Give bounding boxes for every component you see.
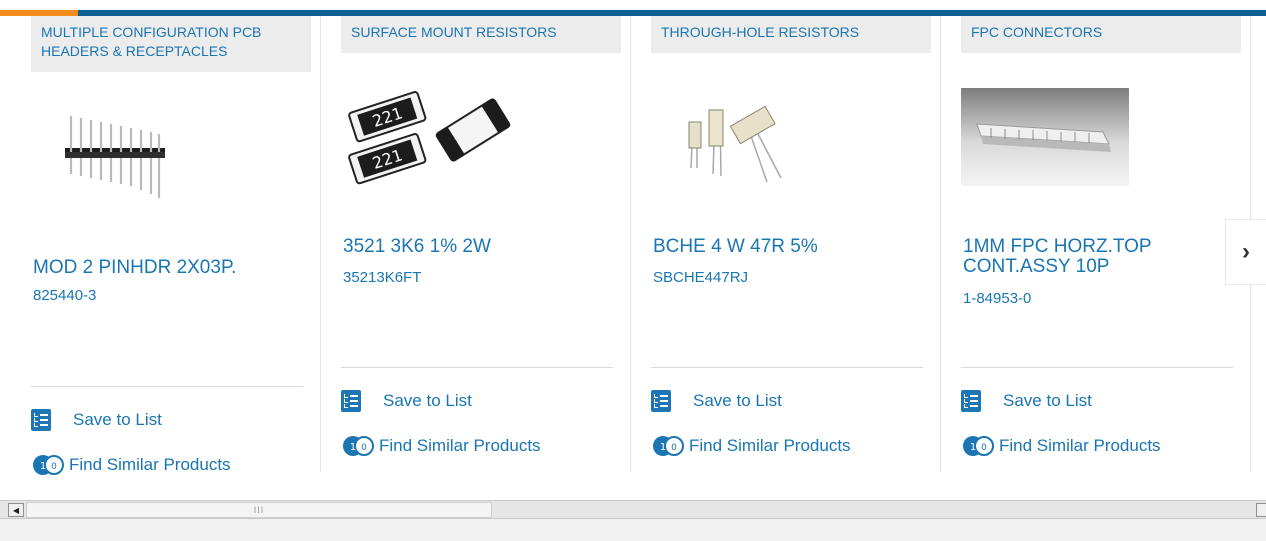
svg-text:1: 1	[350, 442, 356, 453]
svg-text:1: 1	[970, 442, 976, 453]
product-image[interactable]	[681, 92, 801, 188]
carousel-next-button[interactable]: ›	[1225, 219, 1266, 285]
card-divider-rule	[31, 386, 303, 387]
horizontal-scrollbar[interactable]: ◀ III	[0, 500, 1266, 519]
checklist-icon	[961, 390, 981, 412]
scroll-left-button[interactable]: ◀	[8, 503, 24, 517]
product-card: FPC CONNECTORS 1MM FPC HORZ.TOP CONT.ASS…	[961, 16, 1251, 472]
scroll-right-button[interactable]	[1256, 503, 1266, 517]
find-similar-products-button[interactable]: 1 0 Find Similar Products	[31, 453, 231, 477]
page-footer-band	[0, 519, 1266, 541]
find-similar-label: Find Similar Products	[69, 455, 231, 474]
product-name[interactable]: 1MM FPC HORZ.TOP CONT.ASSY 10P	[963, 237, 1233, 277]
product-card: SURFACE MOUNT RESISTORS 221 221 3521 3K6…	[341, 16, 631, 472]
find-similar-label: Find Similar Products	[379, 436, 541, 455]
card-divider-rule	[961, 367, 1233, 368]
product-category[interactable]: SURFACE MOUNT RESISTORS	[341, 16, 621, 53]
save-to-list-label: Save to List	[383, 391, 472, 410]
svg-text:0: 0	[981, 443, 987, 453]
product-image[interactable]: 221 221	[341, 86, 511, 186]
save-to-list-button[interactable]: Save to List	[341, 389, 472, 413]
product-name[interactable]: 3521 3K6 1% 2W	[343, 237, 613, 257]
save-to-list-label: Save to List	[73, 410, 162, 429]
find-similar-label: Find Similar Products	[999, 436, 1161, 455]
save-to-list-button[interactable]: Save to List	[31, 408, 162, 432]
chevron-right-icon: ›	[1242, 238, 1250, 265]
product-card: THROUGH-HOLE RESISTORS BCHE 4 W 47R 5% S…	[651, 16, 941, 472]
grip-icon: III	[253, 505, 265, 515]
svg-text:1: 1	[660, 442, 666, 453]
similar-products-icon: 1 0	[33, 455, 64, 475]
product-part-number[interactable]: 825440-3	[33, 287, 96, 304]
svg-text:0: 0	[671, 443, 677, 453]
svg-text:1: 1	[40, 461, 46, 472]
save-to-list-label: Save to List	[1003, 391, 1092, 410]
product-image[interactable]	[59, 112, 169, 204]
checklist-icon	[31, 409, 51, 431]
card-divider-rule	[341, 367, 613, 368]
card-separator	[320, 16, 321, 472]
product-category[interactable]: MULTIPLE CONFIGURATION PCB HEADERS & REC…	[31, 16, 311, 72]
save-to-list-button[interactable]: Save to List	[961, 389, 1092, 413]
product-card: MULTIPLE CONFIGURATION PCB HEADERS & REC…	[31, 16, 321, 475]
card-divider-rule	[651, 367, 923, 368]
scroll-left-icon: ◀	[12, 505, 20, 515]
checklist-icon	[651, 390, 671, 412]
save-to-list-button[interactable]: Save to List	[651, 389, 782, 413]
card-separator	[630, 16, 631, 472]
product-image[interactable]	[961, 88, 1129, 186]
product-part-number[interactable]: 35213K6FT	[343, 269, 421, 286]
product-part-number[interactable]: SBCHE447RJ	[653, 269, 748, 286]
similar-products-icon: 1 0	[653, 436, 684, 456]
find-similar-products-button[interactable]: 1 0 Find Similar Products	[341, 434, 541, 458]
find-similar-products-button[interactable]: 1 0 Find Similar Products	[651, 434, 851, 458]
scrollbar-thumb[interactable]: III	[26, 502, 492, 518]
card-separator	[940, 16, 941, 472]
similar-products-icon: 1 0	[343, 436, 374, 456]
find-similar-products-button[interactable]: 1 0 Find Similar Products	[961, 434, 1161, 458]
checklist-icon	[341, 390, 361, 412]
svg-text:0: 0	[361, 443, 367, 453]
similar-products-icon: 1 0	[963, 436, 994, 456]
product-name[interactable]: BCHE 4 W 47R 5%	[653, 237, 923, 257]
find-similar-label: Find Similar Products	[689, 436, 851, 455]
save-to-list-label: Save to List	[693, 391, 782, 410]
svg-text:0: 0	[51, 462, 57, 472]
product-name[interactable]: MOD 2 PINHDR 2X03P.	[33, 258, 303, 278]
product-category[interactable]: FPC CONNECTORS	[961, 16, 1241, 53]
product-part-number[interactable]: 1-84953-0	[963, 290, 1031, 307]
product-category[interactable]: THROUGH-HOLE RESISTORS	[651, 16, 931, 53]
